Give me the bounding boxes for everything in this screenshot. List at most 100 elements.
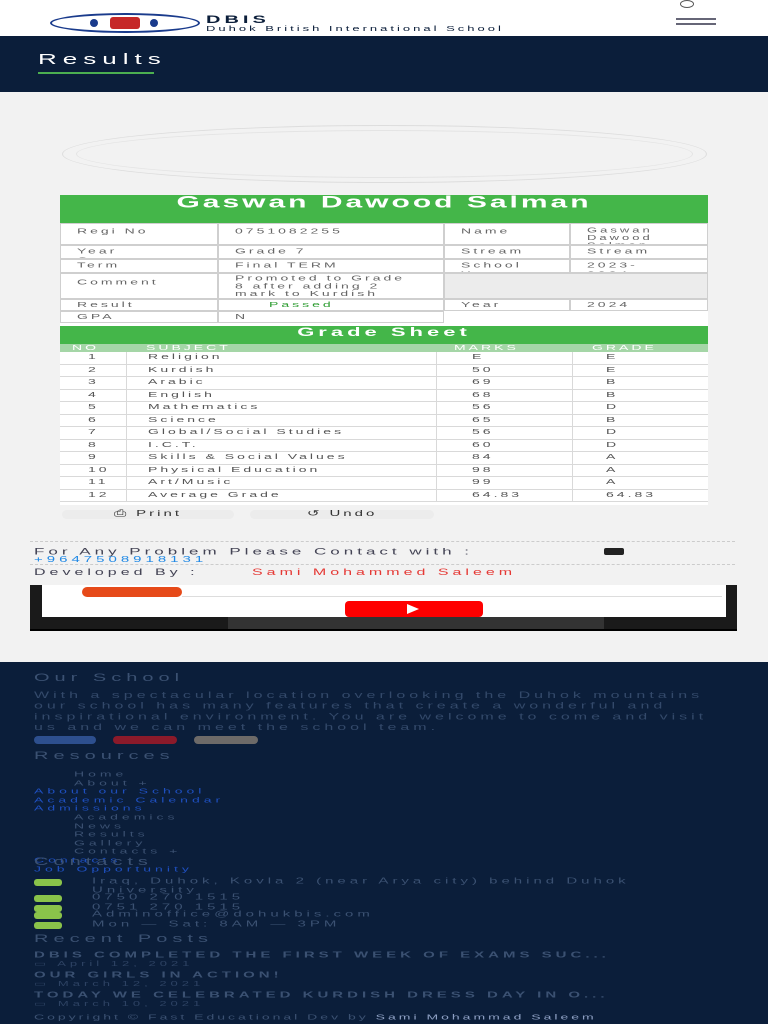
developed-by-label: Developed By : bbox=[34, 568, 199, 578]
row-subject: English bbox=[148, 389, 215, 399]
print-icon: ⎙ bbox=[113, 508, 137, 519]
result-card: Gaswan Dawood Salman Regi No 0751082255 … bbox=[60, 194, 708, 505]
result-label: Result bbox=[60, 299, 218, 311]
table-row: 5 Mathematics 56 D bbox=[60, 402, 708, 415]
table-row: 6 Science 65 B bbox=[60, 414, 708, 427]
row-no: 1 bbox=[88, 352, 99, 361]
column-divider bbox=[572, 464, 573, 477]
column-divider bbox=[126, 439, 127, 452]
column-divider bbox=[436, 489, 437, 502]
divider bbox=[30, 541, 735, 542]
column-divider bbox=[572, 477, 573, 489]
instagram-icon[interactable] bbox=[194, 736, 258, 744]
row-subject: Art/Music bbox=[148, 477, 234, 486]
row-no: 6 bbox=[88, 414, 99, 424]
term-label: Term bbox=[60, 259, 218, 273]
column-divider bbox=[126, 452, 127, 464]
hamburger-menu-icon[interactable] bbox=[676, 18, 716, 30]
search-icon[interactable] bbox=[676, 0, 716, 10]
row-grade: A bbox=[606, 464, 619, 474]
logo-emblem-left bbox=[90, 19, 98, 27]
student-name-header: Gaswan Dawood Salman bbox=[60, 194, 708, 223]
row-marks: 68 bbox=[472, 389, 494, 399]
mail-icon bbox=[34, 912, 62, 919]
row-marks: 65 bbox=[472, 414, 494, 424]
gpa-value: N bbox=[218, 311, 444, 323]
undo-icon: ↺ bbox=[306, 508, 330, 519]
phone-icon bbox=[604, 548, 624, 555]
print-button[interactable]: ⎙ Print bbox=[62, 508, 234, 519]
undo-button[interactable]: ↺ Undo bbox=[250, 508, 434, 519]
row-subject: Average Grade bbox=[148, 489, 282, 499]
name-value: Gaswan Dawood Salman bbox=[570, 223, 708, 245]
col-no: NO bbox=[72, 343, 99, 352]
column-divider bbox=[436, 364, 437, 377]
row-marks: 69 bbox=[472, 377, 494, 386]
recent-post-date: ▭ March 10, 2021 bbox=[34, 999, 205, 1008]
column-divider bbox=[126, 377, 127, 389]
column-divider bbox=[436, 439, 437, 452]
column-divider bbox=[126, 402, 127, 414]
row-marks: 56 bbox=[472, 427, 494, 436]
row-subject: Kurdish bbox=[148, 364, 217, 374]
row-subject: Physical Education bbox=[148, 464, 321, 474]
column-divider bbox=[436, 352, 437, 364]
table-row: 10 Physical Education 98 A bbox=[60, 464, 708, 477]
row-no: 7 bbox=[88, 427, 99, 436]
developer-name: Sami Mohammed Saleem bbox=[252, 568, 517, 578]
comment-blank bbox=[444, 273, 708, 299]
column-divider bbox=[436, 402, 437, 414]
play-icon[interactable] bbox=[345, 601, 483, 617]
calendar-icon: ▭ bbox=[34, 979, 58, 988]
column-divider bbox=[126, 352, 127, 364]
column-divider bbox=[436, 389, 437, 402]
column-divider bbox=[572, 352, 573, 364]
row-marks: 98 bbox=[472, 464, 494, 474]
table-row: 11 Art/Music 99 A bbox=[60, 477, 708, 490]
row-no: 4 bbox=[88, 389, 99, 399]
our-school-heading: Our School bbox=[34, 671, 185, 684]
row-no: 11 bbox=[88, 477, 109, 486]
table-row: 12 Average Grade 64.83 64.83 bbox=[60, 489, 708, 502]
year-label: Year bbox=[444, 299, 570, 311]
logo-emblem-center bbox=[110, 17, 140, 29]
column-divider bbox=[436, 464, 437, 477]
contacts-heading: Contacts bbox=[34, 855, 153, 868]
school-logo[interactable] bbox=[50, 13, 200, 33]
grade-sheet-header: Grade Sheet bbox=[60, 326, 708, 344]
row-grade: D bbox=[606, 402, 620, 411]
column-divider bbox=[436, 414, 437, 427]
column-divider bbox=[572, 364, 573, 377]
column-divider bbox=[126, 427, 127, 439]
column-divider bbox=[436, 427, 437, 439]
video-thumbnail-tab bbox=[82, 587, 182, 597]
column-divider bbox=[572, 489, 573, 502]
stream-value: Stream bbox=[570, 245, 708, 259]
row-subject: Global/Social Studies bbox=[148, 427, 345, 436]
row-marks: 50 bbox=[472, 364, 494, 374]
row-marks: 99 bbox=[472, 477, 494, 486]
row-subject: Mathematics bbox=[148, 402, 261, 411]
embedded-video[interactable] bbox=[30, 585, 737, 631]
clock-icon bbox=[34, 922, 62, 929]
column-divider bbox=[126, 364, 127, 377]
table-row: 3 Arabic 69 B bbox=[60, 377, 708, 390]
row-grade: B bbox=[606, 389, 619, 399]
column-divider bbox=[126, 477, 127, 489]
row-marks: 60 bbox=[472, 439, 494, 449]
row-no: 9 bbox=[88, 452, 99, 461]
row-marks: 84 bbox=[472, 452, 494, 461]
term-value: Final TERM bbox=[218, 259, 444, 273]
calendar-icon: ▭ bbox=[34, 999, 58, 1008]
calendar-icon: ▭ bbox=[34, 959, 58, 968]
column-divider bbox=[572, 439, 573, 452]
facebook-icon[interactable] bbox=[34, 736, 96, 744]
logo-emblem-right bbox=[150, 19, 158, 27]
row-subject: Religion bbox=[148, 352, 223, 361]
table-row: 7 Global/Social Studies 56 D bbox=[60, 427, 708, 440]
column-divider bbox=[436, 452, 437, 464]
col-grade: GRADE bbox=[592, 343, 657, 352]
row-marks: 56 bbox=[472, 402, 494, 411]
youtube-icon[interactable] bbox=[113, 736, 177, 744]
row-marks: E bbox=[472, 352, 485, 361]
